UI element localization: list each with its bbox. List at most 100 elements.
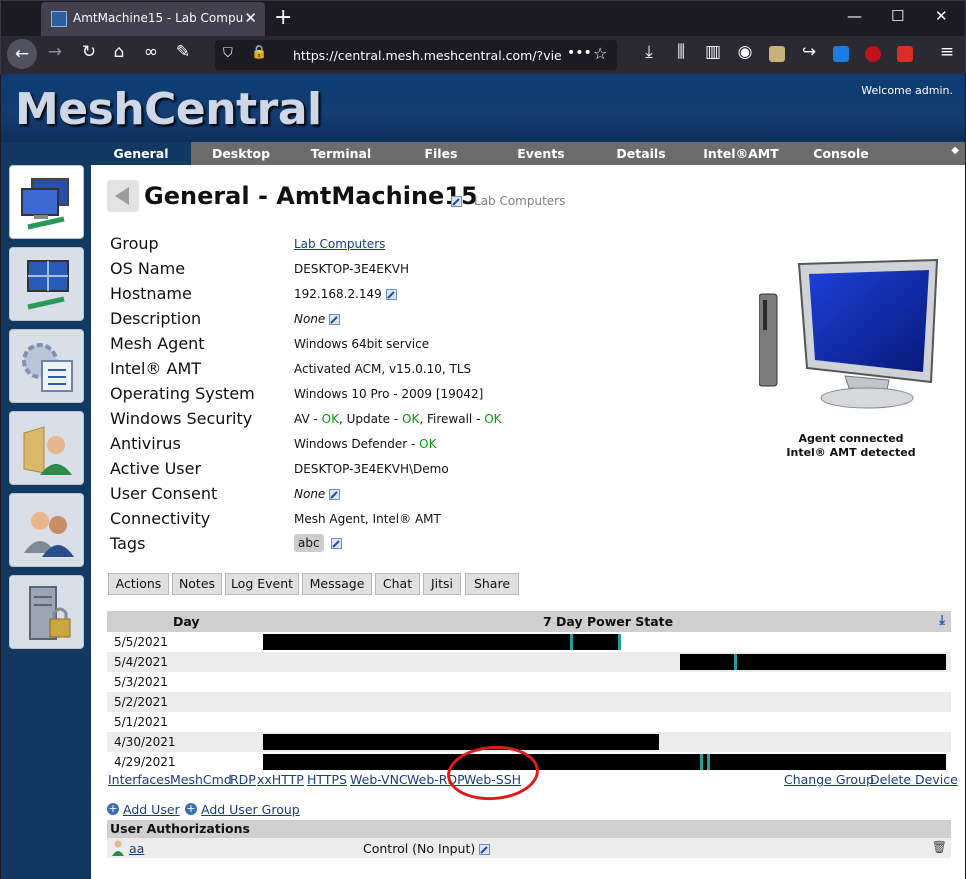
user-authorizations-header: User Authorizations — [107, 820, 951, 838]
share-button[interactable]: Share — [465, 573, 519, 595]
property-value: abc — [294, 534, 343, 552]
minimize-window-icon[interactable]: — — [847, 7, 862, 25]
link-xxhttp[interactable]: xxHTTP — [257, 772, 304, 787]
meshcentral-page: MeshCentral Welcome admin. General Deskt… — [1, 74, 965, 879]
sidebar-desktop-button[interactable] — [9, 247, 84, 321]
tab-intel-amt[interactable]: Intel®AMT — [691, 142, 791, 165]
link-delete-device[interactable]: Delete Device — [870, 772, 958, 787]
account-icon[interactable]: ◉ — [733, 42, 757, 62]
download-icon[interactable]: ⤓ — [939, 613, 945, 628]
link-rdp[interactable]: RDP — [230, 772, 256, 787]
ublock-extension-icon[interactable] — [865, 46, 881, 62]
page-actions-icon[interactable]: ••• — [567, 45, 592, 61]
power-row: 5/1/2021 — [107, 712, 951, 732]
browser-tab[interactable]: AmtMachine15 - Lab Computers ✕ — [41, 2, 265, 36]
tab-files[interactable]: Files — [391, 142, 491, 165]
page-subtitle-group: - Lab Computers — [465, 194, 566, 208]
welcome-text: Welcome admin. — [861, 84, 953, 97]
sidebar-security-button[interactable] — [9, 575, 84, 649]
sidebar-users-button[interactable] — [9, 493, 84, 567]
tab-menu-expand-icon[interactable]: ◆ — [951, 145, 959, 156]
reload-icon[interactable]: ↻ — [77, 42, 101, 62]
url-text[interactable]: https://central.mesh.meshcentral.com/?vi… — [293, 48, 561, 63]
close-window-icon[interactable]: ✕ — [935, 7, 948, 25]
hamburger-menu-icon[interactable]: ≡ — [935, 42, 959, 62]
forward-icon[interactable]: → — [43, 42, 67, 62]
hostname-value: 192.168.2.149 — [294, 287, 382, 301]
add-user-link[interactable]: Add User — [123, 802, 180, 817]
power-on-segment — [263, 634, 619, 650]
power-row-date: 5/2/2021 — [114, 695, 168, 709]
property-value: Activated ACM, v15.0.10, TLS — [294, 362, 472, 376]
actions-button[interactable]: Actions — [108, 573, 169, 595]
property-label: Intel® AMT — [110, 359, 202, 378]
power-header-state: 7 Day Power State — [543, 614, 674, 629]
link-change-group[interactable]: Change Group — [784, 772, 874, 787]
tab-console[interactable]: Console — [791, 142, 891, 165]
link-interfaces[interactable]: Interfaces — [108, 772, 170, 787]
edit-name-icon[interactable] — [451, 196, 462, 207]
add-user-group-link[interactable]: Add User Group — [201, 802, 300, 817]
power-row-date: 5/3/2021 — [114, 675, 168, 689]
back-arrow-button[interactable] — [107, 180, 139, 212]
back-icon[interactable]: ← — [7, 39, 37, 69]
tab-desktop[interactable]: Desktop — [191, 142, 291, 165]
notes-button[interactable]: Notes — [172, 573, 222, 595]
tab-events[interactable]: Events — [491, 142, 591, 165]
sidebar-files-button[interactable] — [9, 411, 84, 485]
power-row: 5/3/2021 — [107, 672, 951, 692]
power-event-mark — [700, 754, 704, 770]
property-row: Tags abc — [108, 532, 648, 557]
sidebar-icon[interactable]: ▥ — [701, 42, 725, 62]
home-icon[interactable]: ⌂ — [107, 42, 131, 62]
edit-user-consent-icon[interactable] — [329, 489, 341, 500]
wrench-icon[interactable]: ✎ — [171, 42, 195, 62]
tab-title: AmtMachine15 - Lab Computers — [73, 11, 243, 25]
maximize-window-icon[interactable]: ☐ — [891, 7, 904, 25]
tab-terminal[interactable]: Terminal — [291, 142, 391, 165]
sidebar-device-general-button[interactable] — [9, 165, 84, 239]
header-banner: MeshCentral Welcome admin. — [1, 74, 965, 142]
downloads-icon[interactable]: ⤓ — [637, 42, 661, 62]
colorzilla-extension-icon[interactable] — [897, 46, 913, 62]
add-user-group-plus-icon: + — [185, 802, 197, 815]
sidebar-settings-button[interactable] — [9, 329, 84, 403]
log-event-button[interactable]: Log Event — [225, 573, 299, 595]
close-tab-icon[interactable]: ✕ — [244, 9, 257, 27]
link-https[interactable]: HTTPS — [307, 772, 347, 787]
trash-icon[interactable]: 🗑 — [932, 840, 947, 854]
property-value: Windows 64bit service — [294, 337, 430, 351]
skype-extension-icon[interactable] — [833, 46, 849, 62]
auth-user-name[interactable]: aa — [129, 841, 144, 856]
message-button[interactable]: Message — [302, 573, 372, 595]
url-bar[interactable]: ⛉ 🔒 https://central.mesh.meshcentral.com… — [215, 40, 617, 70]
property-row: OS Name DESKTOP-3E4EKVH — [108, 257, 648, 282]
property-row: Operating System Windows 10 Pro - 2009 [… — [108, 382, 648, 407]
link-web-vnc[interactable]: Web-VNC — [350, 772, 408, 787]
share-icon[interactable]: ↪ — [797, 42, 821, 62]
private-mask-icon[interactable]: ∞ — [139, 42, 163, 62]
edit-description-icon[interactable] — [329, 314, 341, 325]
edit-hostname-icon[interactable] — [385, 289, 397, 300]
edit-tags-icon[interactable] — [331, 538, 343, 549]
chat-button[interactable]: Chat — [375, 573, 420, 595]
group-link[interactable]: Lab Computers — [294, 237, 385, 251]
library-icon[interactable]: ⫼ — [669, 42, 693, 62]
bookmark-star-icon[interactable]: ☆ — [593, 44, 607, 63]
power-row-date: 5/1/2021 — [114, 715, 168, 729]
gear-checklist-icon — [22, 343, 73, 392]
edit-permission-icon[interactable] — [479, 844, 491, 855]
link-meshcmd[interactable]: MeshCmd — [170, 772, 232, 787]
tab-general[interactable]: General — [91, 142, 191, 165]
property-label: Mesh Agent — [110, 334, 205, 353]
jitsi-button[interactable]: Jitsi — [423, 573, 461, 595]
property-label: Description — [110, 309, 202, 328]
browser-tab-bar: AmtMachine15 - Lab Computers ✕ + — ☐ ✕ — [0, 0, 966, 36]
extension-icon[interactable] — [769, 46, 785, 62]
tab-details[interactable]: Details — [591, 142, 691, 165]
property-label: Active User — [110, 459, 202, 478]
tracking-shield-icon[interactable]: ⛉ — [223, 46, 233, 61]
lock-warning-icon[interactable]: 🔒 — [251, 45, 267, 60]
browser-nav-bar: ← → ↻ ⌂ ∞ ✎ ⛉ 🔒 https://central.mesh.mes… — [0, 36, 966, 74]
new-tab-button[interactable]: + — [274, 5, 292, 30]
